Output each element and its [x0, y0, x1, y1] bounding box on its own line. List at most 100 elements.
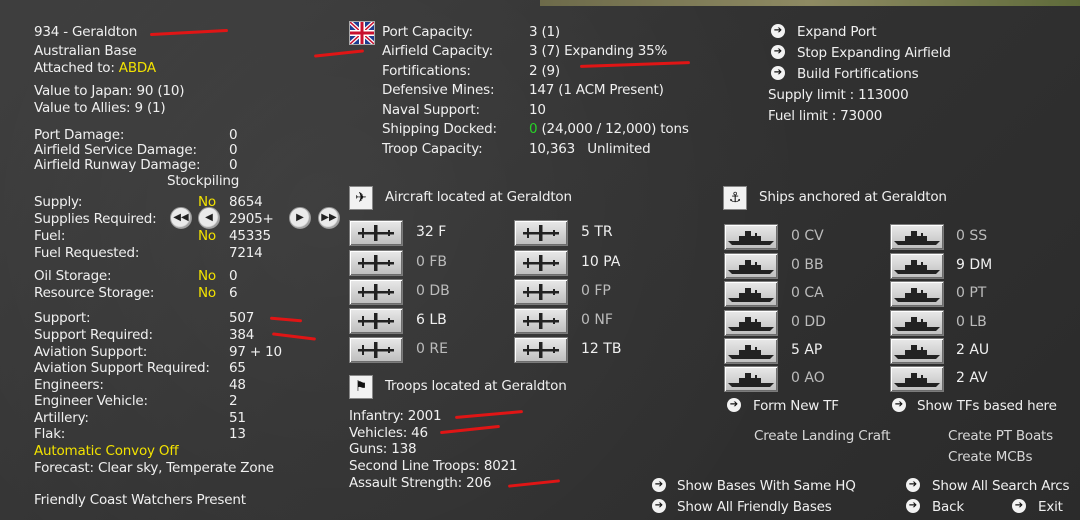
base-type: Australian Base	[34, 43, 137, 59]
fast-increase-button[interactable]: ▶▶	[318, 207, 340, 229]
assault-strength: Assault Strength: 206	[349, 475, 492, 491]
oil-storage-toggle[interactable]: No	[198, 268, 216, 284]
ship-count: 0 CA	[791, 285, 824, 301]
ship-count: 0 AO	[791, 370, 825, 386]
aircraft-count: 5 TR	[581, 224, 613, 240]
resource-storage-label: Resource Storage:	[34, 285, 155, 301]
aircraft-type-button[interactable]	[514, 250, 568, 276]
expand-port-button[interactable]: Expand Port	[797, 24, 877, 40]
build-fortifications-button[interactable]: Build Fortifications	[797, 66, 919, 82]
flak-label: Flak:	[34, 426, 66, 442]
resource-storage-toggle[interactable]: No	[198, 285, 216, 301]
ship-type-button[interactable]	[724, 366, 778, 392]
increase-button[interactable]: ▶	[289, 207, 311, 229]
ship-type-button[interactable]	[724, 338, 778, 364]
form-new-tf-button[interactable]: Form New TF	[753, 398, 839, 414]
show-bases-same-hq-button[interactable]: Show Bases With Same HQ	[677, 478, 856, 494]
aircraft-type-button[interactable]	[349, 220, 403, 246]
aircraft-type-button[interactable]	[349, 337, 403, 363]
ship-type-button[interactable]	[890, 366, 944, 392]
shipping-docked-label: Shipping Docked:	[382, 121, 497, 137]
ship-type-button[interactable]	[724, 224, 778, 250]
back-button[interactable]: Back	[932, 499, 964, 515]
fortifications-value: 2 (9)	[529, 63, 561, 79]
create-mcbs-button[interactable]: Create MCBs	[948, 449, 1033, 465]
ship-type-button[interactable]	[890, 338, 944, 364]
damage-label: Airfield Runway Damage:	[34, 157, 201, 173]
ship-count: 2 AU	[956, 342, 990, 358]
red-annotation	[271, 332, 317, 341]
automatic-convoy-toggle[interactable]: Automatic Convoy Off	[34, 443, 179, 459]
ship-count: 9 DM	[956, 257, 993, 273]
aircraft-type-button[interactable]	[514, 337, 568, 363]
ship-type-button[interactable]	[890, 281, 944, 307]
troop-capacity-label: Troop Capacity:	[382, 141, 483, 157]
troop-capacity-value: 10,363 Unlimited	[529, 141, 651, 157]
ship-type-button[interactable]	[724, 253, 778, 279]
aircraft-type-icon	[358, 284, 394, 300]
defensive-mines-label: Defensive Mines:	[382, 82, 495, 98]
show-all-search-arcs-button[interactable]: Show All Search Arcs	[932, 478, 1070, 494]
support-required-value: 384	[229, 327, 255, 343]
ship-type-button[interactable]	[890, 224, 944, 250]
show-all-friendly-bases-button[interactable]: Show All Friendly Bases	[677, 499, 832, 515]
flak-value: 13	[229, 426, 246, 442]
create-pt-boats-button[interactable]: Create PT Boats	[948, 428, 1053, 444]
aviation-support-value: 97 + 10	[229, 344, 282, 360]
coast-watchers-status: Friendly Coast Watchers Present	[34, 492, 246, 508]
airfield-capacity-value: 3 (7) Expanding 35%	[529, 43, 668, 59]
ship-count: 0 DD	[791, 314, 826, 330]
aircraft-type-button[interactable]	[349, 279, 403, 305]
decrease-button[interactable]: ◀	[198, 207, 220, 229]
ship-type-button[interactable]	[724, 310, 778, 336]
fortifications-label: Fortifications:	[382, 63, 471, 79]
guns-count: Guns: 138	[349, 441, 417, 457]
aircraft-type-button[interactable]	[514, 279, 568, 305]
attached-hq-link[interactable]: ABDA	[119, 60, 156, 76]
ship-type-button[interactable]	[890, 253, 944, 279]
airfield-capacity-label: Airfield Capacity:	[382, 43, 493, 59]
ship-count: 0 LB	[956, 314, 987, 330]
oil-storage-label: Oil Storage:	[34, 268, 112, 284]
ship-type-button[interactable]	[890, 310, 944, 336]
aviation-support-required-value: 65	[229, 360, 246, 376]
aircraft-type-button[interactable]	[514, 220, 568, 246]
value-to-japan: Value to Japan: 90 (10)	[34, 83, 185, 99]
aircraft-type-button[interactable]	[514, 308, 568, 334]
ship-type-icon	[728, 345, 774, 359]
attached-to: Attached to: ABDA	[34, 60, 156, 76]
ship-type-icon	[728, 288, 774, 302]
oil-storage-value: 0	[229, 268, 238, 284]
aircraft-type-button[interactable]	[349, 308, 403, 334]
ship-type-icon	[894, 288, 940, 302]
troops-section-title: Troops located at Geraldton	[385, 378, 567, 394]
aircraft-count: 0 FP	[581, 283, 611, 299]
aircraft-type-icon	[523, 284, 559, 300]
vehicles-count: Vehicles: 46	[349, 425, 428, 441]
base-name: 934 - Geraldton	[34, 24, 138, 40]
aircraft-type-icon	[358, 342, 394, 358]
stockpiling-label: Stockpiling	[167, 173, 240, 189]
ship-count: 0 SS	[956, 228, 988, 244]
ship-type-button[interactable]	[724, 281, 778, 307]
red-annotation	[454, 410, 524, 419]
aircraft-type-button[interactable]	[349, 250, 403, 276]
shipping-docked-value: 0 (24,000 / 12,000) tons	[529, 121, 689, 137]
stop-expanding-airfield-button[interactable]: Stop Expanding Airfield	[797, 45, 951, 61]
port-capacity-value: 3 (1)	[529, 24, 561, 40]
aircraft-count: 10 PA	[581, 254, 621, 270]
supply-value: 8654	[229, 194, 263, 210]
ship-type-icon	[894, 373, 940, 387]
create-landing-craft-button[interactable]: Create Landing Craft	[754, 428, 890, 444]
fast-decrease-button[interactable]: ◀◀	[170, 207, 192, 229]
red-annotation	[507, 479, 561, 488]
fuel-stockpile-toggle[interactable]: No	[198, 228, 216, 244]
show-tfs-based-here-button[interactable]: Show TFs based here	[917, 398, 1057, 414]
aircraft-count: 0 FB	[416, 254, 448, 270]
naval-support-label: Naval Support:	[382, 102, 480, 118]
aircraft-count: 0 DB	[416, 283, 450, 299]
aircraft-count: 32 F	[416, 224, 447, 240]
ship-type-icon	[728, 373, 774, 387]
aircraft-type-icon	[523, 255, 559, 271]
exit-button[interactable]: Exit	[1038, 499, 1063, 515]
